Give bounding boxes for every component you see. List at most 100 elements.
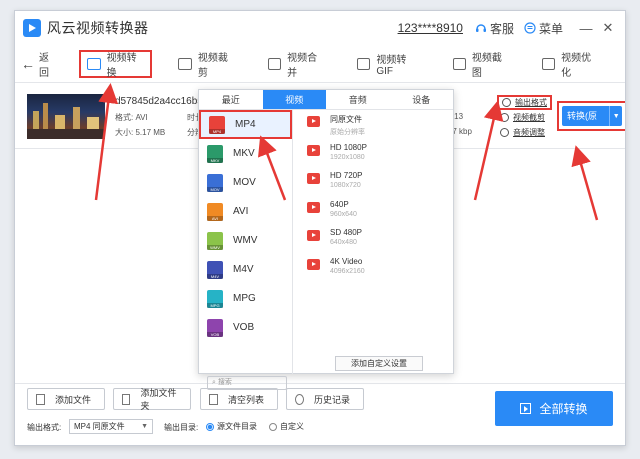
quality-name: 640P bbox=[330, 199, 349, 209]
output-format-link[interactable]: 输出格式 bbox=[497, 95, 552, 110]
minimize-button[interactable]: — bbox=[577, 21, 595, 36]
service-label: 客服 bbox=[489, 21, 514, 36]
format-item-avi[interactable]: AVI AVI bbox=[199, 197, 292, 226]
folder-icon bbox=[122, 393, 131, 405]
link-label: 视频截剪 bbox=[513, 113, 545, 122]
video-crop-link[interactable]: 视频截剪 bbox=[497, 110, 552, 125]
button-label: 添加文件 bbox=[55, 394, 92, 405]
video-crop-icon bbox=[178, 57, 192, 70]
tab-video-crop[interactable]: 视频裁剪 bbox=[172, 50, 241, 79]
file-avi-icon: AVI bbox=[207, 202, 223, 221]
back-button[interactable]: ← 返回 bbox=[21, 49, 57, 79]
audio-adjust-link[interactable]: 音频调整 bbox=[497, 125, 552, 140]
service-button[interactable]: 客服 bbox=[475, 20, 514, 37]
menu-icon bbox=[524, 22, 536, 34]
quality-item[interactable]: 同原文件 原始分辨率 bbox=[307, 114, 367, 143]
trash-icon bbox=[209, 393, 218, 405]
menu-button[interactable]: 菜单 bbox=[524, 20, 563, 37]
close-button[interactable]: ✕ bbox=[599, 20, 617, 36]
tab-video-gif[interactable]: 视频转GIF bbox=[351, 50, 427, 78]
sliders-icon bbox=[541, 57, 556, 70]
file-mkv-icon: MKV bbox=[207, 144, 223, 163]
chevron-down-icon: ▼ bbox=[141, 423, 148, 430]
file-icon bbox=[36, 393, 45, 405]
file-mpg-icon: MPG bbox=[207, 289, 223, 308]
app-window: 风云视频转换器 123****8910 客服 菜单 — ✕ ← 返回 视频转换 bbox=[14, 10, 626, 446]
file-vob-icon: VOB bbox=[207, 318, 223, 337]
tool-label: 视频优化 bbox=[561, 52, 592, 79]
format-item-mov[interactable]: MOV MOV bbox=[199, 168, 292, 197]
quality-item[interactable]: 4K Video 4096x2160 bbox=[307, 257, 367, 286]
tab-recent[interactable]: 最近 bbox=[199, 90, 263, 109]
quality-name: 4K Video bbox=[330, 256, 363, 266]
tool-label: 视频截图 bbox=[471, 52, 502, 79]
format-search-input[interactable]: ⌕ 搜索 bbox=[207, 376, 287, 390]
tab-video-screenshot[interactable]: 视频截图 bbox=[447, 50, 516, 79]
format-label: MP4 bbox=[235, 119, 256, 130]
tab-video-convert[interactable]: 视频转换 bbox=[79, 49, 153, 79]
add-folder-button[interactable]: 添加文件夹 bbox=[113, 388, 191, 411]
convert-all-button[interactable]: 全部转换 bbox=[495, 391, 613, 426]
add-custom-setting-button[interactable]: 添加自定义设置 bbox=[335, 356, 423, 371]
add-file-button[interactable]: 添加文件 bbox=[27, 388, 105, 410]
screenshot-icon bbox=[452, 57, 466, 70]
quality-name: 同原文件 bbox=[330, 115, 362, 124]
convert-highlight: 转换(原速) ▼ bbox=[557, 101, 625, 141]
chevron-down-icon[interactable]: ▼ bbox=[609, 106, 622, 126]
video-file-icon bbox=[307, 116, 320, 127]
select-value: MP4 同原文件 bbox=[74, 422, 125, 431]
quality-item[interactable]: HD 1080P 1920x1080 bbox=[307, 143, 367, 172]
back-label: 返回 bbox=[39, 52, 49, 79]
format-item-mpg[interactable]: MPG MPG bbox=[199, 284, 292, 313]
quality-item[interactable]: SD 480P 640x480 bbox=[307, 228, 367, 257]
quality-list: 同原文件原始分辨率 HD 1080P 1920x1080 HD 720P 1080x… bbox=[307, 114, 367, 285]
app-logo-icon bbox=[23, 19, 41, 37]
radio-label: 自定义 bbox=[280, 422, 304, 431]
settings-icon bbox=[502, 98, 511, 107]
file-mov-icon: MOV bbox=[207, 173, 223, 192]
quality-resolution: 1920x1080 bbox=[330, 153, 365, 161]
format-item-mkv[interactable]: MKV MKV bbox=[199, 139, 292, 168]
quality-item[interactable]: 640P 960x640 bbox=[307, 200, 367, 229]
file-format: 格式: AVI bbox=[115, 113, 148, 122]
tab-video-merge[interactable]: 视频合并 bbox=[262, 50, 331, 79]
tab-device[interactable]: 设备 bbox=[390, 90, 454, 109]
video-convert-icon bbox=[87, 57, 101, 70]
music-icon bbox=[500, 128, 509, 137]
app-title: 风云视频转换器 bbox=[47, 20, 149, 36]
convert-button[interactable]: 转换(原速) ▼ bbox=[562, 106, 622, 141]
format-panel: 最近 视频 音频 设备 MP4 MP4 MKV MKV MOV MOV AVI AVI … bbox=[198, 89, 454, 390]
account-phone[interactable]: 123****8910 bbox=[398, 21, 463, 35]
tool-label: 视频转GIF bbox=[376, 54, 407, 77]
radio-label: 源文件目录 bbox=[217, 422, 257, 431]
quality-resolution: 4096x2160 bbox=[330, 267, 365, 275]
radio-custom-dir[interactable]: 自定义 bbox=[269, 421, 304, 432]
format-item-m4v[interactable]: M4V M4V bbox=[199, 255, 292, 284]
tab-video[interactable]: 视频 bbox=[262, 90, 326, 109]
format-label: VOB bbox=[233, 322, 255, 333]
output-format-select[interactable]: MP4 同原文件 ▼ bbox=[69, 419, 153, 434]
convert-label: 转换(原速) bbox=[567, 111, 597, 141]
quality-item[interactable]: HD 720P 1080x720 bbox=[307, 171, 367, 200]
format-item-wmv[interactable]: WMV WMV bbox=[199, 226, 292, 255]
toolbar: ← 返回 视频转换 视频裁剪 视频合并 视频转GIF 视频截图 视频优化 bbox=[15, 45, 625, 83]
format-label: M4V bbox=[233, 264, 254, 275]
bottom-bar: 添加文件 添加文件夹 清空列表 历史记录 输出格式: MP4 同原文件 ▼ 输出目… bbox=[15, 383, 625, 445]
tab-audio[interactable]: 音频 bbox=[326, 90, 390, 109]
output-format-label: 输出格式: bbox=[27, 423, 62, 432]
file-mp4-icon: MP4 bbox=[209, 115, 225, 134]
format-item-vob[interactable]: VOB VOB bbox=[199, 313, 292, 342]
file-actions: 输出格式 视频截剪 音频调整 bbox=[497, 95, 552, 140]
clear-list-button[interactable]: 清空列表 bbox=[200, 388, 278, 410]
button-label: 清空列表 bbox=[228, 394, 265, 405]
quality-resolution: 640x480 bbox=[330, 239, 357, 246]
radio-source-dir[interactable]: 源文件目录 bbox=[206, 421, 257, 432]
search-placeholder: 搜索 bbox=[217, 379, 232, 386]
history-button[interactable]: 历史记录 bbox=[286, 388, 364, 410]
format-item-mp4[interactable]: MP4 MP4 bbox=[199, 110, 292, 139]
video-merge-icon bbox=[267, 57, 282, 70]
file-m4v-icon: M4V bbox=[207, 260, 223, 279]
format-label: MKV bbox=[233, 148, 255, 159]
tab-video-optimize[interactable]: 视频优化 bbox=[536, 50, 605, 79]
quality-resolution: 原始分辨率 bbox=[330, 129, 365, 136]
